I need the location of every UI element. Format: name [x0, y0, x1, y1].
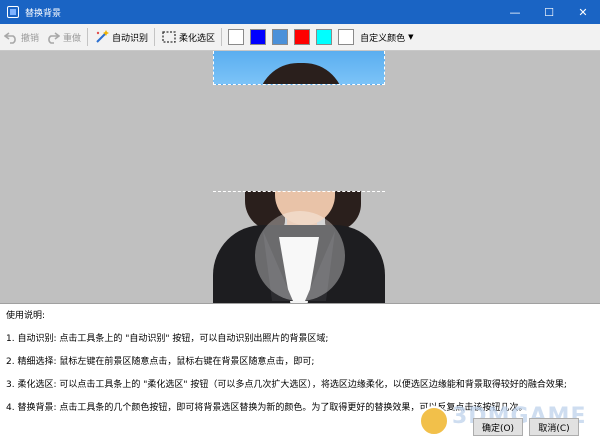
chevron-down-icon: ▼ [408, 33, 414, 41]
undo-button[interactable]: 撤销 [0, 26, 42, 48]
color-swatch-red[interactable] [294, 29, 311, 45]
toolbar-separator [87, 28, 89, 46]
watermark-logo [419, 406, 449, 436]
divider [0, 303, 600, 304]
auto-identify-button[interactable]: 自动识别 [91, 26, 151, 48]
color-swatch-white[interactable] [228, 29, 245, 45]
color-swatch-cyan[interactable] [316, 29, 333, 45]
instructions-heading: 使用说明: [6, 311, 46, 321]
redo-label: 重做 [63, 33, 82, 44]
redo-icon [45, 29, 61, 45]
color-swatch-light-blue[interactable] [272, 29, 289, 45]
undo-label: 撤销 [21, 33, 40, 44]
image-canvas[interactable] [0, 51, 600, 303]
photo-hair [258, 63, 344, 84]
instruction-line-2: 2. 精细选择: 鼠标左键在前景区随意点击，鼠标右键在背景区随意点击，即可; [6, 357, 315, 367]
custom-color-dropdown[interactable]: 自定义颜色 ▼ [357, 26, 416, 48]
dialog-buttons: 确定(O) 取消(C) [467, 418, 579, 436]
instruction-line-3: 3. 柔化选区: 可以点击工具条上的 "柔化选区" 按钮（可以多点几次扩大选区）… [6, 380, 567, 390]
minimize-icon[interactable]: — [498, 0, 532, 24]
toolbar-separator [154, 28, 156, 46]
ok-button[interactable]: 确定(O) [473, 418, 523, 436]
marquee-selection-icon [161, 29, 177, 45]
custom-color-label: 自定义颜色 [360, 33, 406, 44]
color-swatch-custom[interactable] [338, 29, 355, 45]
watermark-overlay [255, 211, 345, 301]
instruction-line-1: 1. 自动识别: 点击工具条上的 "自动识别" 按钮，可以自动识别出照片的背景区… [6, 334, 329, 344]
photo-top-region [213, 51, 385, 85]
window-controls: — ☐ ✕ [498, 0, 600, 24]
toolbar-separator [221, 28, 223, 46]
magic-wand-icon [94, 29, 110, 45]
feather-selection-button[interactable]: 柔化选区 [158, 26, 218, 48]
maximize-icon[interactable]: ☐ [532, 0, 566, 24]
close-icon[interactable]: ✕ [566, 0, 600, 24]
auto-identify-label: 自动识别 [112, 33, 149, 44]
app-icon [7, 6, 19, 18]
cancel-button[interactable]: 取消(C) [529, 418, 579, 436]
window-title: 替换背景 [25, 8, 62, 19]
toolbar: 撤销 重做 自动识别 柔化选区 自定义颜色 ▼ [0, 24, 600, 51]
redo-button[interactable]: 重做 [42, 26, 84, 48]
undo-icon [3, 29, 19, 45]
title-bar: 替换背景 — ☐ ✕ [0, 0, 600, 24]
color-swatch-blue[interactable] [250, 29, 267, 45]
feather-selection-label: 柔化选区 [179, 33, 216, 44]
